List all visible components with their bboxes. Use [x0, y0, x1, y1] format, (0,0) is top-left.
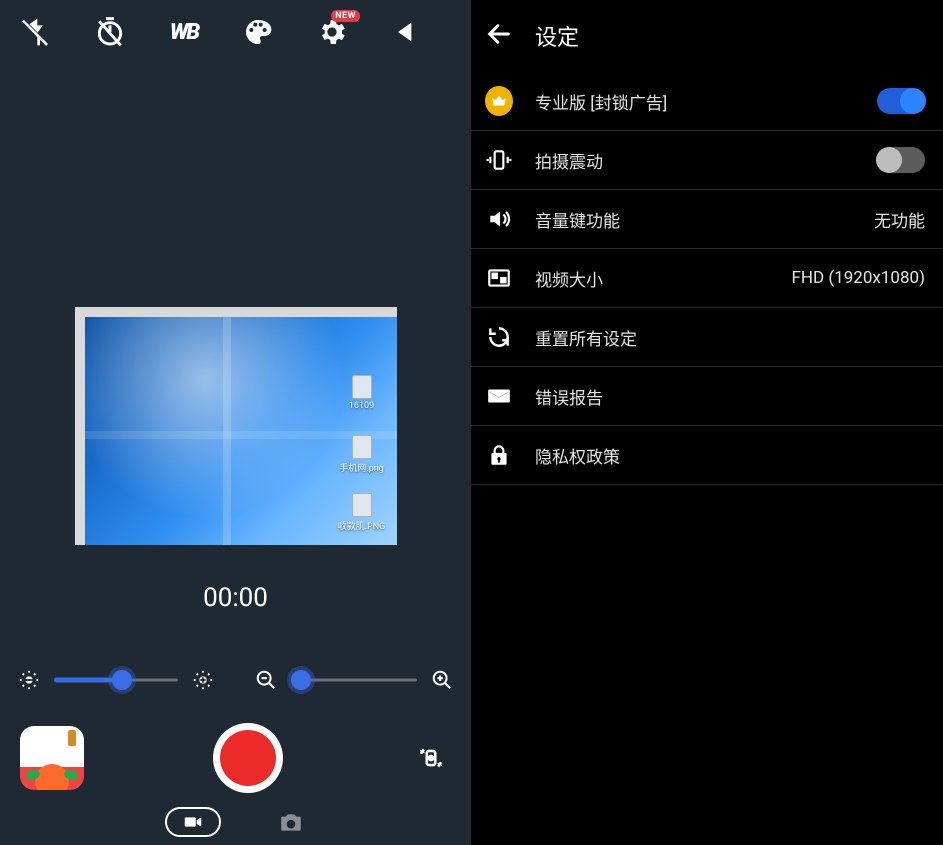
setting-video-size[interactable]: 视频大小 FHD (1920x1080): [471, 249, 943, 308]
setting-value: 无功能: [874, 207, 925, 232]
setting-pro[interactable]: 专业版 [封锁广告]: [471, 72, 943, 131]
recording-timer: 00:00: [203, 583, 268, 613]
setting-reset[interactable]: 重置所有设定: [471, 308, 943, 367]
reset-icon: [485, 323, 513, 351]
brightness-down-icon[interactable]: [18, 669, 40, 691]
settings-pane: 设定 专业版 [封锁广告] 拍摄震动 音量键功能 无功能: [471, 0, 943, 845]
pro-toggle[interactable]: [877, 88, 925, 114]
desktop-icon: 手机网.png: [337, 435, 387, 474]
sliders-row: [0, 633, 471, 691]
crown-icon: [485, 86, 513, 116]
switch-camera-button[interactable]: [411, 738, 451, 778]
photo-mode-button[interactable]: [277, 809, 307, 835]
setting-value: FHD (1920x1080): [791, 268, 925, 288]
setting-vibrate[interactable]: 拍摄震动: [471, 131, 943, 190]
flash-off-icon[interactable]: [18, 14, 54, 50]
setting-label: 错误报告: [535, 384, 603, 409]
vibrate-toggle[interactable]: [877, 147, 925, 173]
brightness-slider[interactable]: [54, 670, 178, 690]
settings-icon[interactable]: NEW: [314, 14, 350, 50]
viewfinder-area: 16109 手机网.png 收款肌.PNG 00:00: [0, 60, 471, 633]
video-mode-button[interactable]: [165, 807, 221, 837]
white-balance-icon[interactable]: WB: [166, 14, 202, 50]
palette-icon[interactable]: [240, 14, 276, 50]
record-inner-icon: [220, 730, 276, 786]
setting-label: 重置所有设定: [535, 325, 637, 350]
collapse-icon[interactable]: [388, 14, 424, 50]
record-button[interactable]: [213, 723, 283, 793]
settings-list: 专业版 [封锁广告] 拍摄震动 音量键功能 无功能 视频大小: [471, 72, 943, 485]
desktop-icon: 收款肌.PNG: [337, 493, 387, 532]
volume-icon: [485, 205, 513, 233]
brightness-up-icon[interactable]: [192, 669, 214, 691]
wb-label: WB: [170, 20, 198, 45]
setting-privacy[interactable]: 隐私权政策: [471, 426, 943, 485]
new-badge: NEW: [331, 10, 360, 22]
bottom-controls: [0, 691, 471, 793]
lock-icon: [485, 441, 513, 469]
settings-header: 设定: [471, 0, 943, 72]
desktop-icon: 16109: [337, 375, 387, 411]
timer-off-icon[interactable]: [92, 14, 128, 50]
camera-pane: WB NEW 16109 手机网.png 收款肌.PNG 00:00: [0, 0, 471, 845]
gallery-thumbnail[interactable]: [20, 726, 84, 790]
mail-icon: [485, 382, 513, 410]
setting-label: 音量键功能: [535, 207, 620, 232]
camera-toolbar: WB NEW: [0, 0, 471, 60]
vibrate-icon: [485, 146, 513, 174]
zoom-in-icon[interactable]: [431, 669, 453, 691]
zoom-slider[interactable]: [291, 670, 417, 690]
settings-title: 设定: [535, 20, 579, 52]
setting-label: 专业版 [封锁广告]: [535, 89, 667, 114]
aspect-ratio-icon: [485, 264, 513, 292]
mode-row: [0, 793, 471, 845]
viewfinder[interactable]: 16109 手机网.png 收款肌.PNG: [75, 307, 397, 545]
setting-label: 隐私权政策: [535, 443, 620, 468]
back-button[interactable]: [485, 20, 513, 52]
setting-bug-report[interactable]: 错误报告: [471, 367, 943, 426]
setting-label: 拍摄震动: [535, 148, 603, 173]
setting-label: 视频大小: [535, 266, 603, 291]
setting-volume-key[interactable]: 音量键功能 无功能: [471, 190, 943, 249]
zoom-out-icon[interactable]: [255, 669, 277, 691]
